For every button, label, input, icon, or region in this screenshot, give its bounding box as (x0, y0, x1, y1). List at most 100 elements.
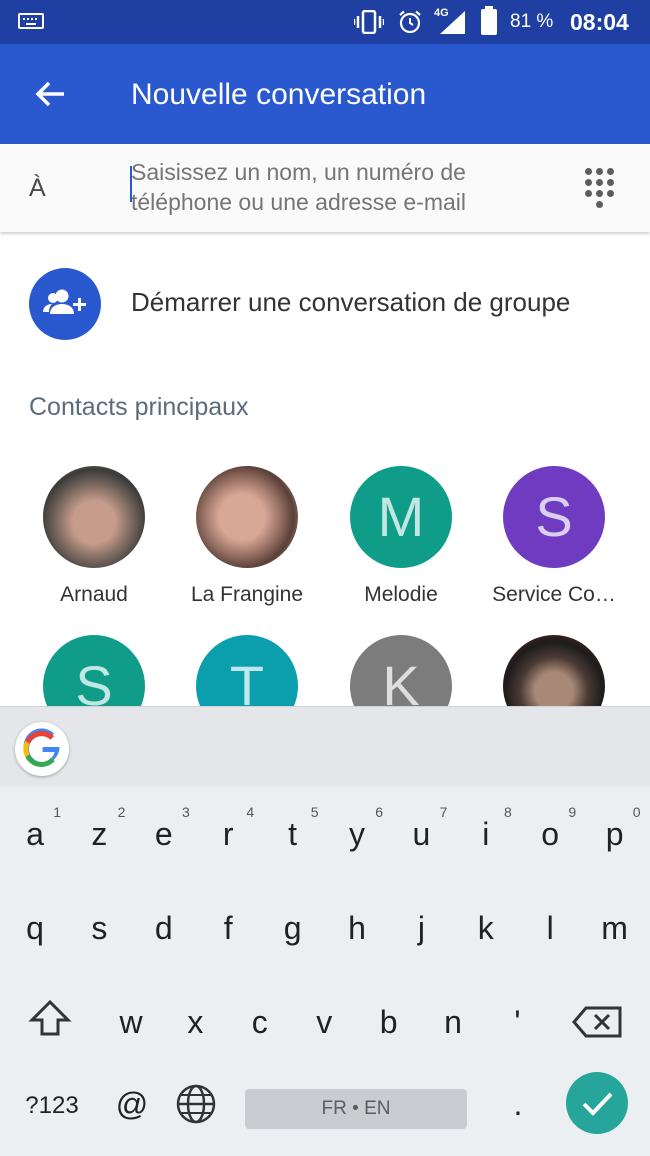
key-char: x (187, 1004, 204, 1040)
space-bar[interactable]: FR • EN (245, 1089, 467, 1129)
key-w[interactable]: w (99, 982, 163, 1062)
google-icon[interactable] (15, 722, 69, 776)
contact-initial-avatar: T (196, 635, 298, 706)
key-char: w (119, 1004, 143, 1040)
back-arrow-icon[interactable] (30, 74, 70, 114)
key-q[interactable]: q (3, 888, 67, 968)
keyboard-icon (18, 13, 44, 29)
key-s[interactable]: s (67, 888, 131, 968)
key-char: k (477, 910, 494, 946)
top-contacts-grid: Arnaud La Frangine M Melodie S Service C… (0, 466, 650, 706)
contact-k[interactable]: K (326, 635, 476, 706)
key-p[interactable]: 0p (583, 794, 647, 874)
battery-icon (481, 6, 497, 35)
enter-key[interactable] (566, 1072, 628, 1134)
key-m[interactable]: m (583, 888, 647, 968)
key-char: t (288, 816, 298, 852)
key-char: p (605, 816, 624, 852)
page-title: Nouvelle conversation (131, 78, 427, 111)
suggestion-bar (0, 706, 650, 786)
key-char: b (379, 1004, 398, 1040)
contact-initial-avatar: S (503, 466, 605, 568)
key-char: r (222, 816, 234, 852)
top-contacts-heading: Contacts principaux (29, 393, 249, 421)
key-char: v (316, 1004, 333, 1040)
key-a[interactable]: 1a (3, 794, 67, 874)
key-char: e (154, 816, 173, 852)
contact-name: Melodie (364, 583, 438, 606)
key-f[interactable]: f (196, 888, 260, 968)
key-char: g (283, 910, 302, 946)
key-t[interactable]: 5t (261, 794, 325, 874)
app-bar: Nouvelle conversation (0, 44, 650, 144)
key-char: f (223, 910, 233, 946)
key-char: i (482, 816, 490, 852)
status-bar: 4G 81 % 08:04 (0, 0, 650, 44)
key-apostrophe[interactable]: ' (485, 982, 549, 1062)
key-char: j (417, 910, 425, 946)
recipient-input[interactable] (131, 157, 541, 221)
recipient-field: À (0, 144, 650, 232)
key-y[interactable]: 6y (325, 794, 389, 874)
key-char: z (91, 816, 108, 852)
key-char: n (444, 1004, 462, 1040)
text-cursor (130, 166, 132, 202)
key-e[interactable]: 3e (132, 794, 196, 874)
contact-melodie[interactable]: M Melodie (326, 466, 476, 616)
key-l[interactable]: l (518, 888, 582, 968)
key-b[interactable]: b (357, 982, 421, 1062)
clock: 08:04 (570, 9, 629, 35)
at-key[interactable]: @ (100, 1064, 164, 1144)
contact-name: Arnaud (60, 583, 128, 606)
key-char: l (546, 910, 554, 946)
language-globe-icon[interactable] (164, 1064, 228, 1144)
key-char: d (154, 910, 173, 946)
contact-s[interactable]: S (19, 635, 169, 706)
key-char: q (26, 910, 44, 946)
key-char: s (91, 910, 108, 946)
contact-photo-8[interactable] (479, 635, 629, 706)
shift-key[interactable] (18, 982, 82, 1062)
contact-arnaud[interactable]: Arnaud (19, 466, 169, 616)
contact-initial-avatar: S (43, 635, 145, 706)
key-h[interactable]: h (325, 888, 389, 968)
key-d[interactable]: d (132, 888, 196, 968)
contact-t[interactable]: T (172, 635, 322, 706)
start-group-conversation-label: Démarrer une conversation de groupe (131, 287, 571, 317)
vibrate-icon (354, 10, 384, 34)
alarm-icon (399, 10, 421, 34)
key-i[interactable]: 8i (454, 794, 518, 874)
contact-photo (196, 466, 298, 568)
key-char: a (26, 816, 44, 852)
key-n[interactable]: n (421, 982, 485, 1062)
soft-keyboard: 1a2z3e4r5t6y7u8i9o0p qsdfghjklm w x c v b n ' … (0, 706, 650, 1156)
contact-photo (43, 466, 145, 568)
contact-name: Service Co… (492, 583, 616, 606)
to-label: À (29, 174, 46, 202)
key-x[interactable]: x (163, 982, 227, 1062)
contact-initial-avatar: K (350, 635, 452, 706)
key-j[interactable]: j (389, 888, 453, 968)
battery-percentage: 81 % (510, 11, 554, 32)
key-char: h (348, 910, 366, 946)
backspace-key[interactable] (566, 982, 630, 1062)
contact-photo (503, 635, 605, 706)
key-v[interactable]: v (292, 982, 356, 1062)
key-k[interactable]: k (454, 888, 518, 968)
contact-service-co[interactable]: S Service Co… (479, 466, 629, 616)
dialpad-icon[interactable] (582, 168, 616, 210)
period-key[interactable]: . (486, 1064, 550, 1144)
contact-name: La Frangine (190, 583, 304, 606)
key-g[interactable]: g (261, 888, 325, 968)
key-u[interactable]: 7u (389, 794, 453, 874)
start-group-conversation-button[interactable]: Démarrer une conversation de groupe (0, 254, 650, 354)
key-z[interactable]: 2z (67, 794, 131, 874)
contact-initial-avatar: M (350, 466, 452, 568)
checkmark-icon (582, 1092, 613, 1116)
key-char: y (349, 816, 365, 852)
key-o[interactable]: 9o (518, 794, 582, 874)
key-r[interactable]: 4r (196, 794, 260, 874)
contact-la-frangine[interactable]: La Frangine (172, 466, 322, 616)
symbols-key[interactable]: ?123 (12, 1084, 92, 1128)
key-c[interactable]: c (228, 982, 292, 1062)
